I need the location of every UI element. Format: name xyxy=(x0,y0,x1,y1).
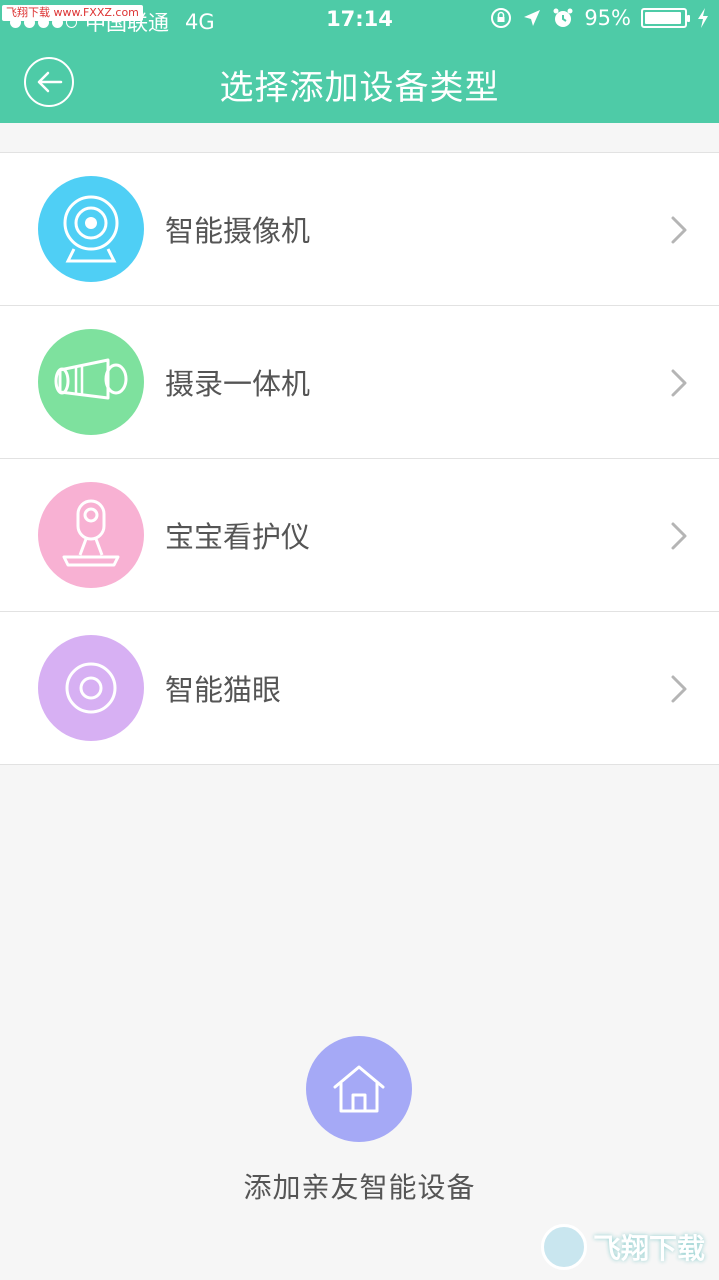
device-icon-circle xyxy=(38,329,144,435)
device-label: 宝宝看护仪 xyxy=(165,520,311,554)
bullet-camera-icon xyxy=(54,358,128,400)
location-icon xyxy=(524,10,541,26)
device-icon-circle xyxy=(38,482,144,588)
home-icon xyxy=(333,1065,385,1113)
rotation-lock-icon xyxy=(491,8,512,28)
device-label: 智能摄像机 xyxy=(165,214,311,248)
battery-percent: 95% xyxy=(584,6,631,30)
device-item-smart-camera[interactable]: 智能摄像机 xyxy=(0,153,719,306)
chevron-right-icon xyxy=(671,522,687,550)
device-item-camcorder[interactable]: 摄录一体机 xyxy=(0,306,719,459)
chevron-right-icon xyxy=(671,675,687,703)
chevron-right-icon xyxy=(671,369,687,397)
alarm-icon xyxy=(553,8,573,27)
device-icon-circle xyxy=(38,176,144,282)
device-label: 智能猫眼 xyxy=(165,673,282,707)
device-item-baby-monitor[interactable]: 宝宝看护仪 xyxy=(0,459,719,612)
status-bar: 中国联通 4G 飞翔下载 www.FXXZ.com 17:14 95% xyxy=(0,0,719,40)
battery-fill xyxy=(645,12,682,24)
page-title: 选择添加设备类型 xyxy=(219,68,500,108)
watermark-logo-icon xyxy=(540,1224,587,1270)
add-friend-device-button[interactable] xyxy=(306,1036,412,1142)
chevron-right-icon xyxy=(671,216,687,244)
webcam-icon xyxy=(63,195,119,263)
charging-icon xyxy=(698,8,708,28)
device-item-peephole[interactable]: 智能猫眼 xyxy=(0,612,719,765)
status-right: 95% xyxy=(490,6,709,30)
battery-icon xyxy=(641,8,690,28)
nav-bar: 选择添加设备类型 xyxy=(0,40,719,123)
device-type-list: 智能摄像机 摄录一体机 宝宝看护仪 智能猫眼 xyxy=(0,152,719,765)
app-header: 中国联通 4G 飞翔下载 www.FXXZ.com 17:14 95% 选择添加… xyxy=(0,0,719,123)
add-friend-device-label[interactable]: 添加亲友智能设备 xyxy=(0,1166,719,1206)
device-icon-circle xyxy=(38,635,144,741)
peephole-icon xyxy=(65,662,117,714)
watermark-bottom: 飞翔下载 xyxy=(540,1222,705,1272)
baby-monitor-icon xyxy=(62,499,120,567)
watermark-text: 飞翔下载 xyxy=(592,1232,705,1265)
device-label: 摄录一体机 xyxy=(165,367,311,401)
